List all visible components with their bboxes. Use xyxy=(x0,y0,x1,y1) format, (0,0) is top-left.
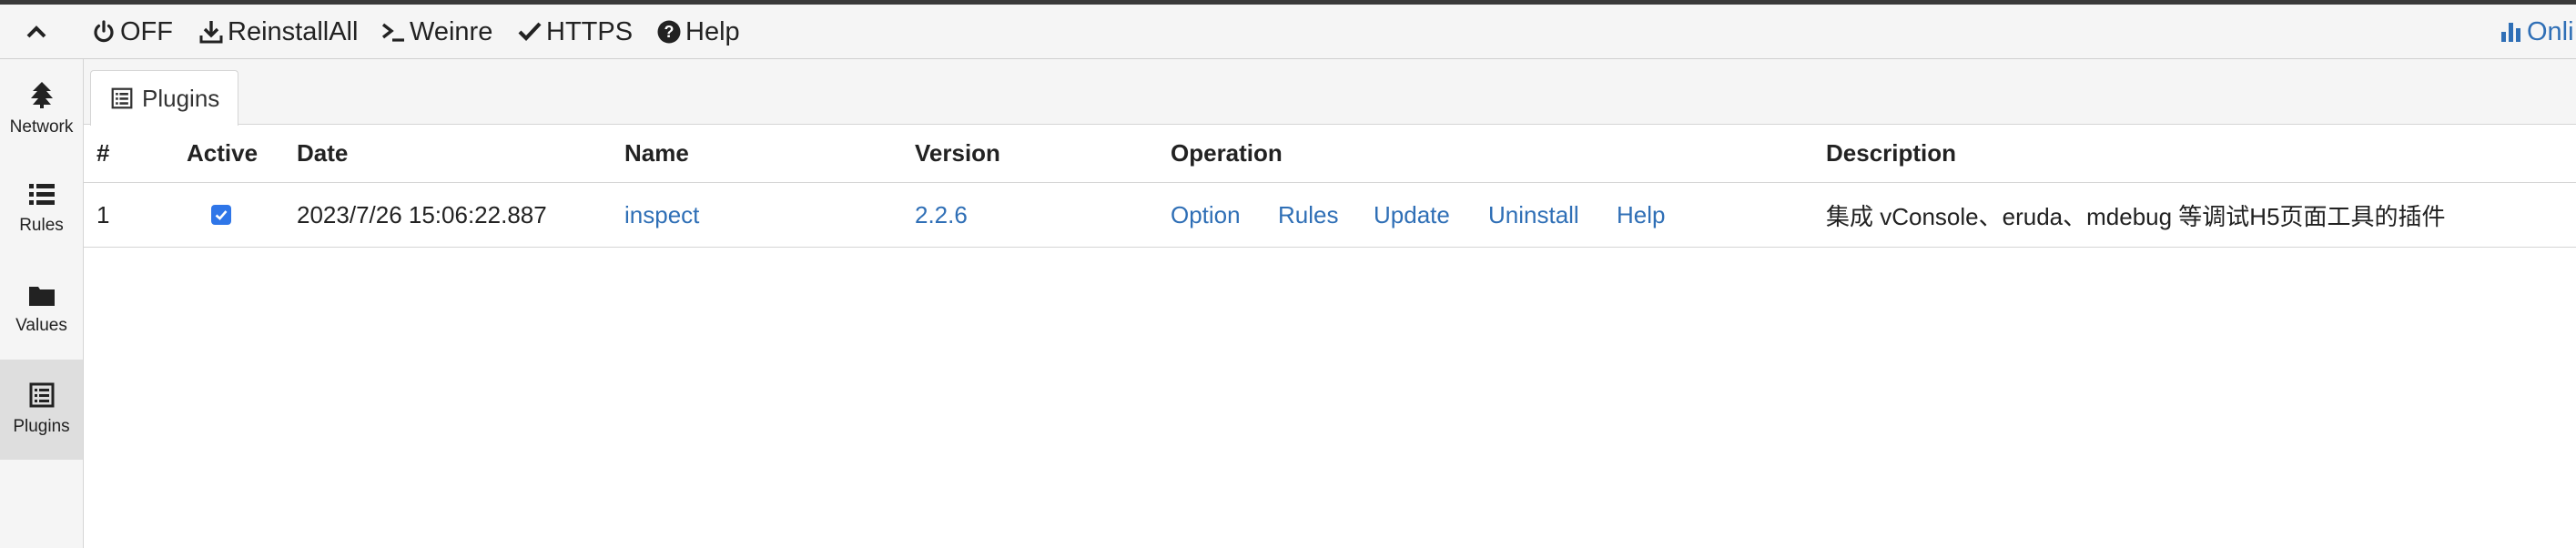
checkbox-checked[interactable] xyxy=(211,205,231,225)
plugins-table: # Active Date Name Version Operation Des… xyxy=(84,125,2576,248)
weinre-label: Weinre xyxy=(410,16,493,46)
chevron-up-icon xyxy=(26,25,46,38)
https-label: HTTPS xyxy=(546,16,634,46)
weinre-button[interactable]: Weinre xyxy=(380,5,492,59)
sidebar-item-label: Rules xyxy=(19,216,64,235)
update-link[interactable]: Update xyxy=(1374,183,1450,247)
tab-bar: Plugins xyxy=(84,59,2576,126)
sidebar-item-values[interactable]: Values xyxy=(0,259,83,360)
proxy-toggle-label: OFF xyxy=(120,16,173,46)
column-header-name: Name xyxy=(624,139,689,167)
reinstall-all-label: ReinstallAll xyxy=(228,16,359,46)
help-link[interactable]: Help xyxy=(1617,183,1665,247)
tree-icon xyxy=(30,82,53,108)
option-link[interactable]: Option xyxy=(1171,183,1241,247)
list-alt-icon xyxy=(111,87,133,109)
uninstall-link[interactable]: Uninstall xyxy=(1488,183,1579,247)
plugin-name-link[interactable]: inspect xyxy=(624,183,699,247)
column-header-index: # xyxy=(96,139,110,167)
collapse-toolbar-button[interactable] xyxy=(25,5,51,59)
sidebar: Network Rules Values Plugins xyxy=(0,59,84,548)
https-button[interactable]: HTTPS xyxy=(517,5,633,59)
online-label: Onli xyxy=(2527,16,2574,46)
top-toolbar: OFF ReinstallAll Weinre HTTPS ? Help Onl… xyxy=(0,5,2576,59)
power-icon xyxy=(94,20,114,43)
help-button[interactable]: ? Help xyxy=(656,5,740,59)
checkmark-icon xyxy=(215,210,228,220)
active-checkbox[interactable] xyxy=(211,183,231,247)
table-header: # Active Date Name Version Operation Des… xyxy=(84,125,2576,183)
column-header-operation: Operation xyxy=(1171,139,1283,167)
tab-label: Plugins xyxy=(142,84,220,112)
row-date: 2023/7/26 15:06:22.887 xyxy=(297,200,547,228)
column-header-date: Date xyxy=(297,139,349,167)
sidebar-item-plugins[interactable]: Plugins xyxy=(0,360,83,460)
tab-plugins[interactable]: Plugins xyxy=(90,70,238,126)
table-row: 1 2023/7/26 15:06:22.887 inspect 2.2.6 O… xyxy=(84,183,2576,248)
row-description: 集成 vConsole、eruda、mdebug 等调试H5页面工具的插件 xyxy=(1826,202,2446,230)
row-index: 1 xyxy=(96,200,110,228)
help-label: Help xyxy=(685,16,740,46)
proxy-toggle-button[interactable]: OFF xyxy=(91,5,173,59)
download-icon xyxy=(199,21,223,44)
question-circle-icon: ? xyxy=(657,20,681,44)
list-alt-icon xyxy=(29,382,54,408)
reinstall-all-button[interactable]: ReinstallAll xyxy=(198,5,358,59)
plugin-version-link[interactable]: 2.2.6 xyxy=(915,183,968,247)
sidebar-item-network[interactable]: Network xyxy=(0,59,83,159)
list-icon xyxy=(28,184,55,205)
sidebar-item-rules[interactable]: Rules xyxy=(0,159,83,259)
folder-icon xyxy=(28,287,55,306)
bar-chart-icon xyxy=(2501,23,2520,42)
column-header-active: Active xyxy=(187,139,259,167)
sidebar-item-label: Values xyxy=(15,316,67,335)
column-header-version: Version xyxy=(915,139,1000,167)
checkmark-icon xyxy=(518,22,542,42)
sidebar-item-label: Network xyxy=(9,117,74,137)
terminal-icon xyxy=(381,23,404,42)
svg-text:?: ? xyxy=(664,23,674,41)
rules-link[interactable]: Rules xyxy=(1278,183,1338,247)
online-button[interactable]: Onli xyxy=(2500,5,2574,59)
sidebar-item-label: Plugins xyxy=(13,417,70,436)
column-header-description: Description xyxy=(1826,139,1957,167)
